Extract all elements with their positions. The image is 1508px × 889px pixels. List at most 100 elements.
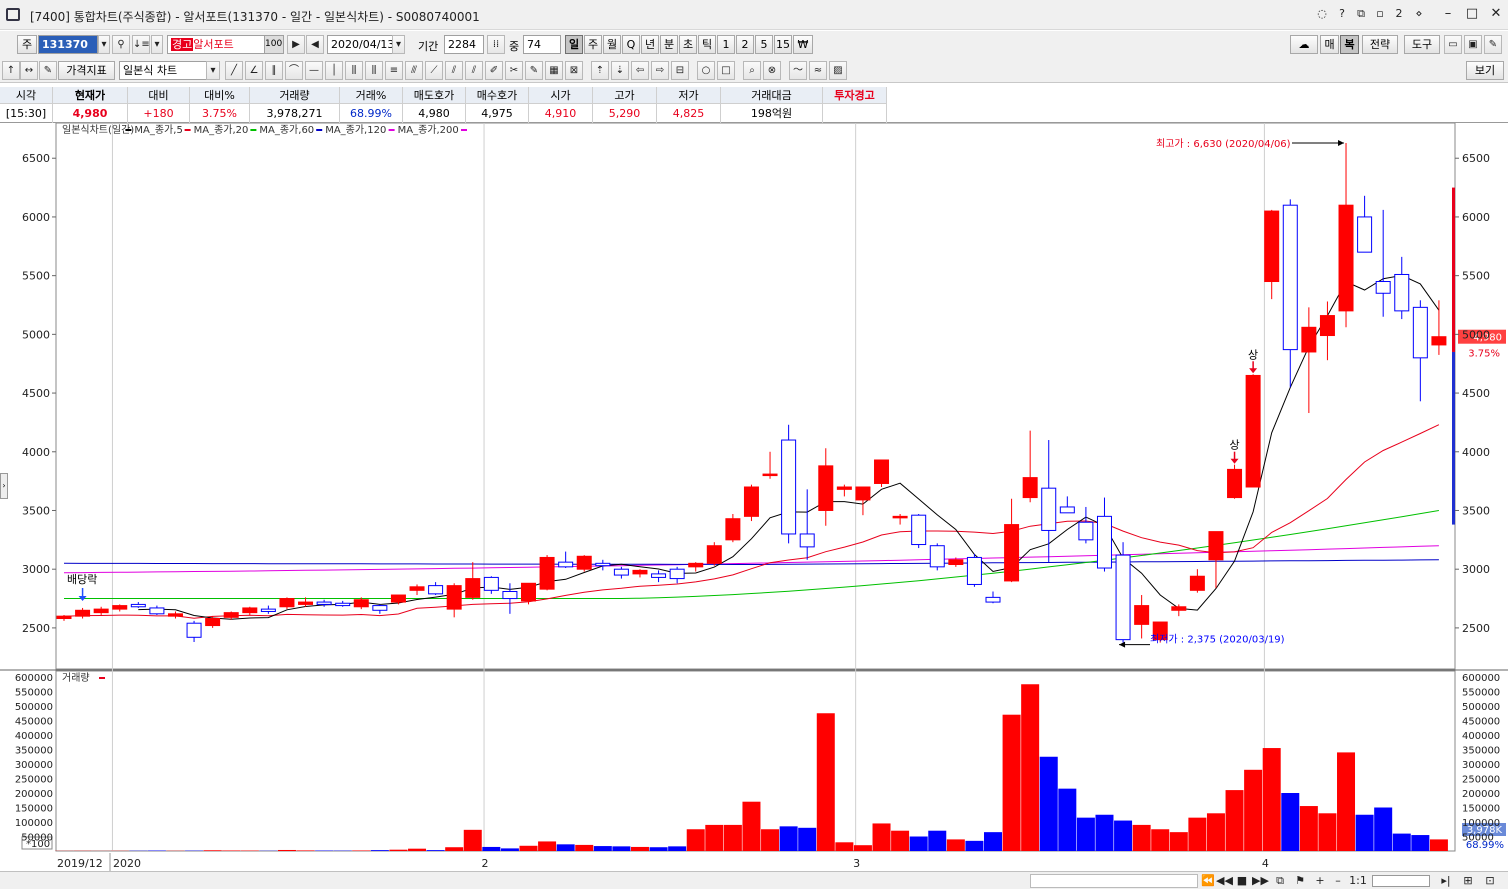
compound-button[interactable]: 복 [1340,35,1359,54]
period-button-12[interactable]: ₩ [793,35,813,54]
indicator-button[interactable]: 가격지표 [58,61,115,80]
page-tool-icon[interactable]: ⊟ [671,61,689,80]
cloud-button[interactable]: ☁ [1290,35,1318,54]
period-input[interactable]: 2284 [444,35,484,54]
down-tool-icon[interactable]: ⇣ [611,61,629,80]
minimize-icon[interactable]: – [1436,3,1460,25]
zoom-slider[interactable] [1372,875,1430,887]
back-fast-icon[interactable]: ◀◀ [1216,873,1233,889]
chat-icon[interactable]: ◌ [1313,5,1331,23]
folder-icon[interactable]: ▭ [1444,35,1462,54]
sort-dropdown-icon[interactable]: ▾ [151,35,163,54]
wave-tool-icon[interactable]: 〜 [789,61,807,80]
volume-tick-left: 600000 [15,673,53,684]
zoom-in-icon[interactable]: + [1312,873,1328,889]
fit-icon[interactable]: ⊡ [1482,873,1498,889]
lock-chart-icon[interactable]: ⊞ [1460,873,1476,889]
fibo-retrace-tool-icon[interactable]: ≡ [385,61,403,80]
angle-tool-icon[interactable]: ∠ [245,61,263,80]
end-icon[interactable]: ▸| [1438,873,1454,889]
strategy-button[interactable]: 전략 [1362,35,1398,54]
right-tool-icon[interactable]: ⇨ [651,61,669,80]
forward-fast-icon[interactable]: ▶▶ [1252,873,1269,889]
channel-tool-icon[interactable]: ⫽ [445,61,463,80]
scroll-track[interactable] [1030,874,1198,888]
wrench-icon[interactable]: ✎ [1484,35,1502,54]
stock-code-input[interactable]: 131370 [38,35,98,54]
side-expand-icon[interactable]: › [0,473,8,499]
period-button-9[interactable]: 2 [736,35,754,54]
zoom-tool-icon[interactable]: ⌕ [743,61,761,80]
tools-button[interactable]: 도구 [1404,35,1440,54]
chart-type-select[interactable]: 일본식 차트 [119,61,207,80]
wave2-tool-icon[interactable]: ≈ [809,61,827,80]
fan-tool-icon[interactable]: ⫻ [405,61,423,80]
save-icon[interactable]: ▣ [1464,35,1482,54]
color-tool-icon[interactable]: ▨ [829,61,847,80]
rewind-icon[interactable]: ⏪ [1200,873,1216,889]
period-button-7[interactable]: 틱 [698,35,716,54]
candle-body [892,515,908,519]
chart-area[interactable]: 일본식차트(일간) MA_종가,5 MA_종가,20 MA_종가,60 MA_종가,12… [0,122,1508,889]
table-tool-icon[interactable]: ▦ [545,61,563,80]
pin-icon[interactable]: ⋄ [1410,5,1428,23]
period-button-2[interactable]: 월 [603,35,621,54]
parallel-tool-icon[interactable]: ∥ [265,61,283,80]
count-input[interactable]: 74 [523,35,561,54]
period-button-5[interactable]: 분 [660,35,678,54]
rect-tool-icon[interactable]: □ [717,61,735,80]
reset-tool-icon[interactable]: ⊗ [763,61,781,80]
period-button-6[interactable]: 초 [679,35,697,54]
cut-tool-icon[interactable]: ✂ [505,61,523,80]
candlestick-chart-svg[interactable]: 일본식차트(일간) MA_종가,5 MA_종가,20 MA_종가,60 MA_종가,12… [0,122,1508,871]
grid-lines-tool-icon[interactable]: ⫼ [365,61,383,80]
period-button-4[interactable]: 년 [641,35,659,54]
sort-icon[interactable]: ↓≡ [132,35,150,54]
search-icon[interactable]: ⚲ [112,35,130,54]
ratio-icon[interactable]: 1:1 [1348,873,1368,889]
date-input[interactable]: 2020/04/13 [327,35,393,54]
edit-icon[interactable]: ✎ [39,61,57,80]
calendar-dropdown-icon[interactable]: ▾ [392,35,405,54]
line-tool-icon[interactable]: ╱ [225,61,243,80]
period-button-1[interactable]: 주 [584,35,602,54]
period-button-3[interactable]: Q [622,35,640,54]
up-arrow-icon[interactable]: ↑ [2,61,20,80]
grip-icon[interactable]: ⁞⁞ [487,35,505,54]
channel2-tool-icon[interactable]: ⫽ [465,61,483,80]
next-arrow-icon[interactable]: ▶ [287,35,305,54]
up-tool-icon[interactable]: ⇡ [591,61,609,80]
maximize-icon[interactable]: □ [1460,3,1484,25]
text-tool-icon[interactable]: ✎ [525,61,543,80]
pen-tool-icon[interactable]: ✐ [485,61,503,80]
period-button-0[interactable]: 일 [565,35,583,54]
help-icon[interactable]: ? [1333,5,1351,23]
arc-tool-icon[interactable]: ⌒ [285,61,303,80]
chart-type-dropdown-icon[interactable]: ▾ [206,61,220,80]
erase-tool-icon[interactable]: ⊠ [565,61,583,80]
left-tool-icon[interactable]: ⇦ [631,61,649,80]
view-button[interactable]: 보기 [1466,61,1504,80]
market-button[interactable]: 주 [17,35,37,54]
vertical-line-tool-icon[interactable]: │ [325,61,343,80]
resize-icon[interactable]: ↔ [20,61,38,80]
circle-tool-icon[interactable]: ○ [697,61,715,80]
lock-icon[interactable]: ▫ [1371,5,1389,23]
prev-arrow-icon[interactable]: ◀ [306,35,324,54]
fibo-time-tool-icon[interactable]: ⫼ [345,61,363,80]
close-icon[interactable]: ✕ [1484,3,1508,25]
settings-icon[interactable]: ⧉ [1272,873,1288,889]
link-icon[interactable]: ⧉ [1352,5,1370,23]
period-button-8[interactable]: 1 [717,35,735,54]
zoom-out-icon[interactable]: – [1330,873,1346,889]
layout-icon[interactable]: 2 [1390,5,1408,23]
trend-tool-icon[interactable]: ⟋ [425,61,443,80]
code-dropdown-icon[interactable]: ▾ [98,35,110,54]
percent-box: 100 [264,35,284,54]
buy-sell-button[interactable]: 매 [1320,35,1339,54]
snapshot-icon[interactable]: ⚑ [1292,873,1308,889]
period-button-10[interactable]: 5 [755,35,773,54]
stop-icon[interactable]: ■ [1234,873,1250,889]
horizontal-line-tool-icon[interactable]: — [305,61,323,80]
period-button-11[interactable]: 15 [774,35,792,54]
